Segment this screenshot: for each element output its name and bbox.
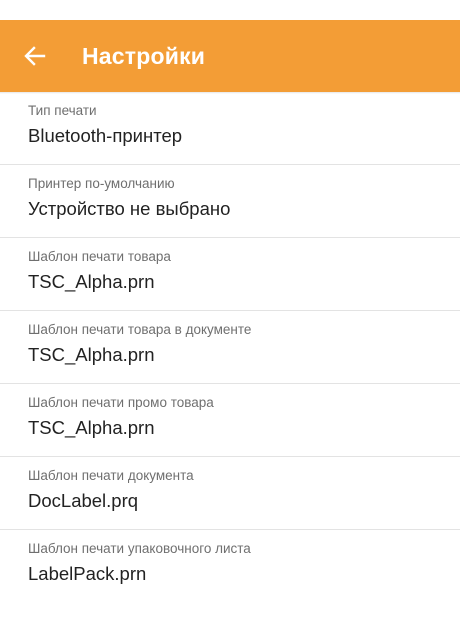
setting-value: TSC_Alpha.prn [28, 417, 155, 438]
setting-product-in-document-template[interactable]: Шаблон печати товара в документе TSC_Alp… [0, 311, 460, 384]
setting-promo-product-template[interactable]: Шаблон печати промо товара TSC_Alpha.prn [0, 384, 460, 457]
setting-label: Тип печати [28, 103, 97, 118]
setting-value: Устройство не выбрано [28, 198, 231, 219]
setting-document-template[interactable]: Шаблон печати документа DocLabel.prq [0, 457, 460, 530]
page-title: Настройки [82, 42, 206, 69]
setting-label: Шаблон печати товара в документе [28, 322, 252, 337]
setting-value: TSC_Alpha.prn [28, 271, 155, 292]
settings-list: Тип печати Bluetooth-принтер Принтер по-… [0, 92, 460, 603]
back-button[interactable] [0, 20, 70, 92]
setting-label: Принтер по-умолчанию [28, 176, 175, 191]
setting-print-type[interactable]: Тип печати Bluetooth-принтер [0, 92, 460, 165]
setting-value: TSC_Alpha.prn [28, 344, 155, 365]
setting-value: DocLabel.prq [28, 490, 139, 511]
setting-label: Шаблон печати промо товара [28, 395, 214, 410]
app-bar: Настройки [0, 0, 460, 94]
setting-value: LabelPack.prn [28, 563, 147, 584]
arrow-left-icon [24, 45, 46, 67]
setting-label: Шаблон печати упаковочного листа [28, 541, 251, 556]
setting-packing-list-template[interactable]: Шаблон печати упаковочного листа LabelPa… [0, 530, 460, 603]
setting-default-printer[interactable]: Принтер по-умолчанию Устройство не выбра… [0, 165, 460, 238]
setting-value: Bluetooth-принтер [28, 125, 183, 146]
app-bar-content: Настройки [0, 20, 460, 92]
settings-screen: Настройки Тип печати Bluetooth-принтер П… [0, 0, 460, 625]
setting-label: Шаблон печати товара [28, 249, 171, 264]
setting-label: Шаблон печати документа [28, 468, 194, 483]
setting-product-template[interactable]: Шаблон печати товара TSC_Alpha.prn [0, 238, 460, 311]
